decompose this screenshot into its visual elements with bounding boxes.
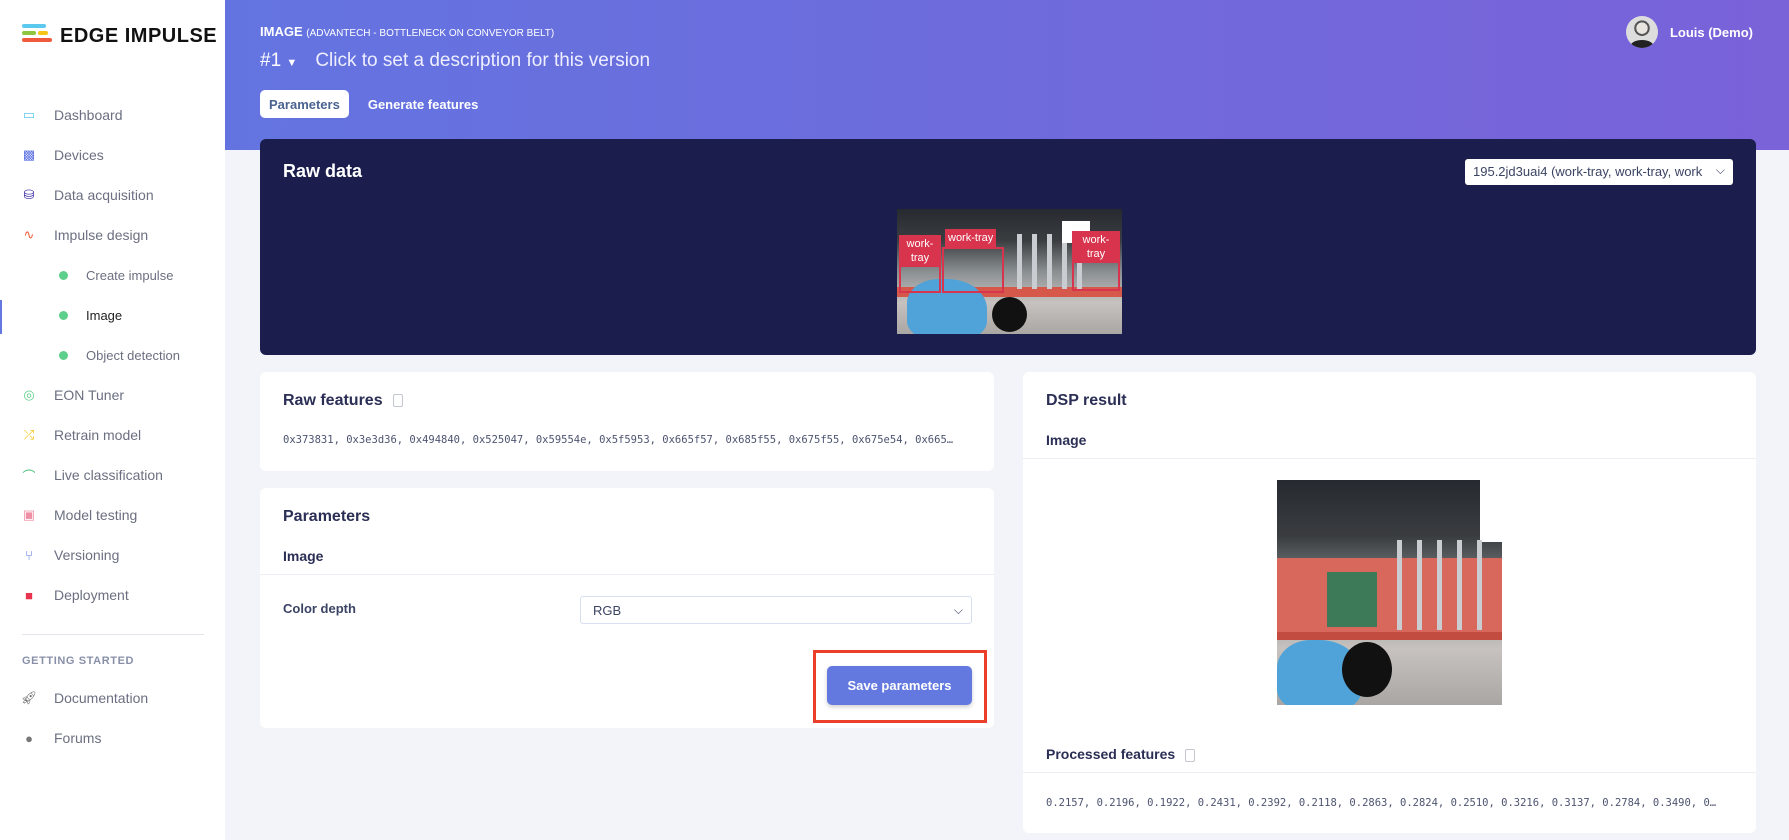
sample-select-value: 195.2jd3uai4 (work-tray, work-tray, work xyxy=(1473,164,1703,179)
sidebar-item-label: Object detection xyxy=(86,347,180,363)
sidebar-item-label: Forums xyxy=(54,730,102,746)
sidebar-item-label: Impulse design xyxy=(54,227,149,243)
raw-features-title-text: Raw features xyxy=(283,392,383,409)
sidebar-item-impulse-design[interactable]: ∿ Impulse design xyxy=(0,217,225,253)
sidebar-item-label: Image xyxy=(86,307,123,323)
sidebar-item-label: Live classification xyxy=(54,467,163,483)
page-title: IMAGE xyxy=(260,24,303,39)
chat-icon: ● xyxy=(25,730,33,746)
sidebar-item-label: Documentation xyxy=(54,690,149,706)
sidebar-item-versioning[interactable]: ⑂ Versioning xyxy=(0,537,225,573)
sidebar-item-label: Data acquisition xyxy=(54,187,154,203)
sidebar-item-label: Dashboard xyxy=(54,107,123,123)
dot-icon xyxy=(55,267,71,283)
getting-started-heading: GETTING STARTED xyxy=(22,655,135,667)
copy-icon[interactable] xyxy=(392,394,403,408)
raw-features-title: Raw features xyxy=(283,392,403,410)
brand-name: EDGE IMPULSE xyxy=(60,24,218,47)
divider xyxy=(260,574,994,575)
sidebar-item-label: Devices xyxy=(54,147,104,163)
parameters-title: Parameters xyxy=(283,508,371,525)
processed-features-title: Processed features xyxy=(1046,746,1196,762)
sidebar-item-forums[interactable]: ● Forums xyxy=(0,720,225,756)
bounding-box xyxy=(942,247,1004,293)
sidebar-item-deployment[interactable]: ■ Deployment xyxy=(0,577,225,613)
sidebar-item-object-detection[interactable]: Object detection xyxy=(0,337,225,373)
version-selector[interactable]: #1 ▼ xyxy=(260,50,297,72)
compass-icon: ◎ xyxy=(23,387,35,402)
edge-impulse-logo[interactable]: EDGE IMPULSE xyxy=(22,24,217,48)
tab-parameters[interactable]: Parameters xyxy=(260,90,349,118)
chevron-down-icon: ⌵ xyxy=(953,603,963,617)
sidebar-item-documentation[interactable]: 🚀︎ Documentation xyxy=(0,680,225,716)
tab-generate-features[interactable]: Generate features xyxy=(359,90,488,118)
page-header: IMAGE (ADVANTECH - BOTTLENECK ON CONVEYO… xyxy=(225,0,1789,150)
logo-icon xyxy=(22,24,52,48)
database-icon: ⛁ xyxy=(23,187,35,202)
sidebar-item-live-classification[interactable]: ⌒ Live classification xyxy=(0,457,225,493)
processed-image xyxy=(1277,480,1502,705)
dsp-result-title: DSP result xyxy=(1046,392,1127,409)
pulse-icon: ∿ xyxy=(23,227,35,242)
chip-icon: ▩ xyxy=(22,147,36,162)
sample-select[interactable]: 195.2jd3uai4 (work-tray, work-tray, work… xyxy=(1465,159,1733,185)
dsp-result-card: DSP result Image Processed features 0.21… xyxy=(1023,372,1756,833)
rocket-icon: 🚀︎ xyxy=(20,690,38,705)
sidebar-item-retrain-model[interactable]: ⤮ Retrain model xyxy=(0,417,225,453)
user-name: Louis (Demo) xyxy=(1669,24,1753,40)
sidebar-item-dashboard[interactable]: ▭ Dashboard xyxy=(0,97,225,133)
clipboard-check-icon: ▣ xyxy=(22,507,36,522)
bbox-label: work-tray xyxy=(899,235,941,267)
sidebar-item-label: Create impulse xyxy=(86,267,174,283)
sidebar-item-label: Retrain model xyxy=(54,427,142,443)
dot-icon xyxy=(55,347,71,363)
raw-features-values: 0x373831, 0x3e3d36, 0x494840, 0x525047, … xyxy=(283,434,954,446)
active-indicator xyxy=(0,300,2,334)
sidebar-item-label: Model testing xyxy=(54,507,138,523)
copy-icon[interactable] xyxy=(1185,748,1196,762)
color-depth-label: Color depth xyxy=(283,601,356,616)
version-number: #1 xyxy=(260,50,282,71)
branch-icon: ⑂ xyxy=(25,547,33,563)
raw-features-card: Raw features 0x373831, 0x3e3d36, 0x49484… xyxy=(260,372,994,471)
processed-features-title-text: Processed features xyxy=(1046,746,1176,762)
divider xyxy=(1023,458,1756,459)
color-depth-value: RGB xyxy=(593,603,622,618)
user-menu[interactable]: Louis (Demo) xyxy=(1625,16,1753,48)
sidebar-item-label: Versioning xyxy=(54,547,120,563)
save-parameters-button[interactable]: Save parameters xyxy=(827,666,972,705)
raw-sample-image: work-tray work-tray work-tray xyxy=(897,209,1122,334)
sidebar-item-data-acquisition[interactable]: ⛁ Data acquisition xyxy=(0,177,225,213)
bbox-label: work-tray xyxy=(945,229,997,247)
monitor-icon: ▭ xyxy=(22,107,36,122)
parameters-section-image: Image xyxy=(283,548,324,564)
sidebar: EDGE IMPULSE ▭ Dashboard ▩ Devices ⛁ Data acq… xyxy=(0,0,225,840)
color-depth-select[interactable]: RGB ⌵ xyxy=(580,596,972,624)
version-description[interactable]: Click to set a description for this vers… xyxy=(315,50,650,72)
processed-features-values: 0.2157, 0.2196, 0.1922, 0.2431, 0.2392, … xyxy=(1046,797,1717,809)
sidebar-item-devices[interactable]: ▩ Devices xyxy=(0,137,225,173)
project-name: (ADVANTECH - BOTTLENECK ON CONVEYOR BELT… xyxy=(306,28,555,39)
bbox-label: work-tray xyxy=(1072,231,1120,263)
sidebar-item-create-impulse[interactable]: Create impulse xyxy=(0,257,225,293)
sidebar-item-image[interactable]: Image xyxy=(0,297,225,333)
sidebar-item-label: EON Tuner xyxy=(54,387,125,403)
sidebar-item-model-testing[interactable]: ▣ Model testing xyxy=(0,497,225,533)
dot-icon xyxy=(55,307,71,323)
shuffle-icon: ⤮ xyxy=(23,427,35,442)
raw-data-title: Raw data xyxy=(283,161,363,181)
parameters-card: Parameters Image Color depth RGB ⌵ Save p… xyxy=(260,488,994,728)
sidebar-item-label: Deployment xyxy=(54,587,129,603)
avatar xyxy=(1625,16,1658,48)
sidebar-divider xyxy=(22,634,204,635)
breadcrumb: IMAGE (ADVANTECH - BOTTLENECK ON CONVEYO… xyxy=(260,24,554,39)
chevron-down-icon: ⌵ xyxy=(1711,163,1725,178)
cube-icon: ■ xyxy=(25,587,33,603)
sidebar-item-eon-tuner[interactable]: ◎ EON Tuner xyxy=(0,377,225,413)
divider xyxy=(1023,772,1756,773)
caret-down-icon: ▼ xyxy=(286,57,298,69)
raw-data-panel: Raw data 195.2jd3uai4 (work-tray, work-t… xyxy=(260,139,1756,355)
bezier-icon: ⌒ xyxy=(22,468,36,484)
dsp-image-title: Image xyxy=(1046,432,1087,448)
